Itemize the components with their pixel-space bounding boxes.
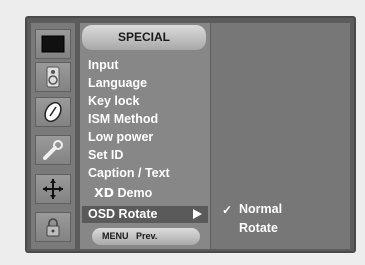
menu-item-ism-method[interactable]: ISM Method [88,111,158,128]
menu-item-input[interactable]: Input [88,57,119,74]
prev-label: Prev. [136,231,158,241]
wrench-icon[interactable] [35,135,71,165]
menu-item-demo-label: Demo [117,186,153,200]
move-icon[interactable] [35,174,71,204]
menu-title: SPECIAL [82,25,206,50]
menu-prev-button[interactable]: MENU Prev. [92,228,200,245]
clock-icon[interactable] [35,97,71,127]
menu-item-language[interactable]: Language [88,75,147,92]
menu-key-label: MENU [102,231,129,241]
picture-icon[interactable] [35,29,71,59]
menu-item-xd-demo[interactable]: XD Demo [94,184,152,202]
speaker-icon[interactable] [35,62,71,92]
option-rotate[interactable]: Rotate [239,221,278,235]
menu-item-key-lock[interactable]: Key lock [88,93,139,110]
lock-icon[interactable] [35,212,71,242]
option-normal[interactable]: Normal [239,202,282,216]
menu-item-osd-rotate[interactable]: OSD Rotate [82,206,208,223]
submenu-arrow-icon [193,209,202,219]
menu-item-low-power[interactable]: Low power [88,129,153,146]
xd-logo: XD [94,185,115,200]
check-icon: ✓ [222,203,233,217]
menu-item-caption-text[interactable]: Caption / Text [88,165,170,182]
menu-item-set-id[interactable]: Set ID [88,147,123,164]
